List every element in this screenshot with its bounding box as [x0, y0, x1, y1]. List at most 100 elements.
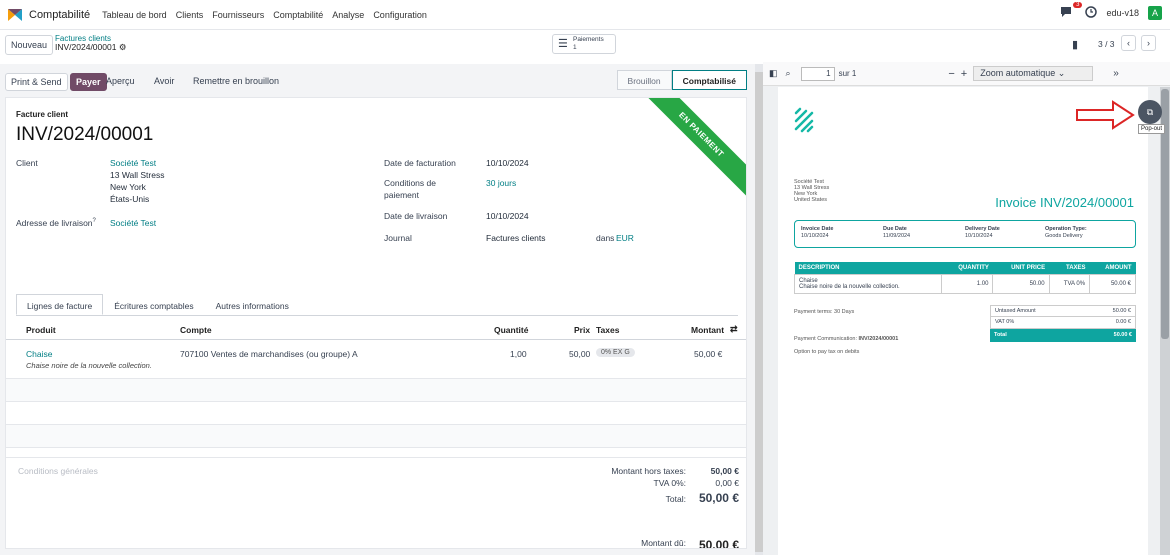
- pdf-delivery-date-label: Delivery Date: [965, 226, 1000, 232]
- delivery-address-field[interactable]: Société Test: [110, 218, 156, 228]
- avatar[interactable]: A: [1148, 6, 1162, 20]
- invoice-date-label: Date de facturation: [384, 158, 456, 168]
- pdf-scrollbar[interactable]: [1160, 87, 1170, 555]
- form-scrollbar[interactable]: [755, 64, 763, 555]
- chat-badge: 3: [1073, 2, 1083, 8]
- lines-table-header: Produit Compte Quantité Prix Taxes Monta…: [6, 320, 746, 340]
- empty-row[interactable]: [6, 425, 746, 448]
- invoice-date-field[interactable]: 10/10/2024: [486, 158, 529, 168]
- database-name[interactable]: edu-v18: [1106, 8, 1139, 18]
- col-account[interactable]: Compte: [180, 325, 212, 335]
- line-product[interactable]: Chaise: [26, 349, 52, 359]
- pdf-delivery-date: 10/10/2024: [965, 233, 993, 239]
- pdf-col-taxes: TAXES: [1049, 262, 1090, 275]
- client-field[interactable]: Société Test: [110, 158, 156, 168]
- new-button[interactable]: Nouveau: [5, 35, 54, 55]
- col-taxes[interactable]: Taxes: [596, 325, 619, 335]
- delivery-date-field[interactable]: 10/10/2024: [486, 211, 529, 221]
- payments-smart-button[interactable]: ☰ Paiements 1: [552, 34, 616, 54]
- company-logo-icon: [792, 105, 816, 137]
- status-posted[interactable]: Comptabilisé: [671, 70, 747, 90]
- app-name[interactable]: Comptabilité: [29, 9, 90, 21]
- status-draft[interactable]: Brouillon: [616, 70, 672, 90]
- journal-field[interactable]: Factures clients: [486, 233, 546, 243]
- breadcrumb-current: INV/2024/00001: [55, 42, 117, 52]
- pdf-due-date: 11/09/2024: [883, 233, 911, 239]
- invoice-sheet: EN PAIEMENT Facture client INV/2024/0000…: [5, 97, 747, 549]
- more-tools-icon[interactable]: »: [1113, 68, 1119, 79]
- payment-ribbon: EN PAIEMENT: [633, 98, 746, 203]
- pdf-total-value: 50.00 €: [1113, 332, 1132, 338]
- pdf-line-quantity: 1.00: [940, 274, 994, 294]
- pdf-payment-communication: Payment Communication: INV/2024/00001: [794, 336, 898, 342]
- menu-fournisseurs[interactable]: Fournisseurs: [212, 10, 264, 20]
- tab-other-info[interactable]: Autres informations: [205, 294, 300, 315]
- pdf-operation-type: Goods Delivery: [1045, 233, 1083, 239]
- menu-analyse[interactable]: Analyse: [332, 10, 364, 20]
- popout-icon[interactable]: ⧉: [1138, 100, 1162, 124]
- optional-columns-icon[interactable]: ⇄: [730, 324, 738, 335]
- currency-field[interactable]: EUR: [616, 233, 634, 243]
- print-send-button[interactable]: Print & Send: [5, 73, 68, 91]
- col-product[interactable]: Produit: [26, 325, 56, 335]
- app-logo-icon[interactable]: [6, 6, 24, 24]
- table-row[interactable]: Chaise Chaise noire de la nouvelle colle…: [6, 341, 746, 379]
- sidebar-toggle-icon[interactable]: ◧: [769, 68, 778, 79]
- gear-icon[interactable]: ⚙: [119, 42, 127, 52]
- pdf-invoice-title: Invoice INV/2024/00001: [995, 195, 1134, 210]
- col-amount[interactable]: Montant: [691, 325, 724, 335]
- payment-terms-label-2: paiement: [384, 190, 419, 200]
- search-icon[interactable]: ⌕: [786, 68, 791, 79]
- payments-count: 1: [573, 44, 577, 51]
- menu-configuration[interactable]: Configuration: [373, 10, 427, 20]
- line-description: Chaise noire de la nouvelle collection.: [26, 361, 152, 370]
- breadcrumb: Factures clients INV/2024/00001 ⚙: [55, 34, 126, 52]
- pdf-operation-type-label: Operation Type:: [1045, 226, 1087, 232]
- payment-terms-field[interactable]: 30 jours: [486, 178, 516, 188]
- top-navbar: Comptabilité Tableau de bord Clients Fou…: [0, 0, 1170, 30]
- col-price[interactable]: Prix: [574, 325, 590, 335]
- empty-row[interactable]: [6, 402, 746, 425]
- pdf-col-description: DESCRIPTION: [794, 262, 942, 275]
- bookmark-icon[interactable]: ▮: [1072, 38, 1078, 51]
- prev-record-icon[interactable]: ‹: [1121, 35, 1136, 51]
- zoom-in-icon[interactable]: +: [961, 68, 967, 80]
- line-account[interactable]: 707100 Ventes de marchandises (ou groupe…: [180, 349, 358, 359]
- menu-comptabilite[interactable]: Comptabilité: [273, 10, 323, 20]
- reset-to-draft-button[interactable]: Remettre en brouillon: [188, 73, 284, 89]
- pager-value: 3 / 3: [1098, 39, 1115, 49]
- in-label: dans: [596, 233, 615, 243]
- pdf-col-quantity: QUANTITY: [941, 262, 993, 275]
- chevron-down-icon: ⌄: [1057, 68, 1066, 78]
- chat-icon[interactable]: 3: [1060, 2, 1083, 20]
- col-quantity[interactable]: Quantité: [494, 325, 528, 335]
- red-arrow-annotation-icon: [1076, 100, 1135, 130]
- tab-invoice-lines[interactable]: Lignes de facture: [16, 294, 104, 315]
- pdf-untaxed-value: 50.00 €: [1112, 308, 1131, 314]
- zoom-out-icon[interactable]: −: [948, 68, 954, 80]
- menu-clients[interactable]: Clients: [176, 10, 204, 20]
- page-number-input[interactable]: 1: [800, 66, 835, 81]
- payment-terms-label-1: Conditions de: [384, 178, 436, 188]
- terms-conditions-field[interactable]: Conditions générales: [18, 466, 98, 476]
- line-quantity[interactable]: 1,00: [510, 349, 527, 359]
- pdf-invoice-date: 10/10/2024: [801, 233, 829, 239]
- credit-note-button[interactable]: Avoir: [149, 73, 179, 89]
- zoom-select[interactable]: Zoom automatique ⌄: [973, 66, 1094, 81]
- next-record-icon[interactable]: ›: [1141, 35, 1156, 51]
- line-tax-badge[interactable]: 0% EX G: [596, 348, 635, 357]
- empty-row[interactable]: [6, 379, 746, 402]
- tab-journal-items[interactable]: Écritures comptables: [103, 294, 204, 315]
- client-label: Client: [16, 158, 38, 168]
- action-bar: Print & Send Payer Aperçu Avoir Remettre…: [5, 70, 747, 94]
- clock-icon[interactable]: [1085, 6, 1098, 20]
- pdf-col-amount: AMOUNT: [1089, 262, 1136, 275]
- pdf-customer-country: United States: [794, 197, 828, 203]
- preview-button[interactable]: Aperçu: [101, 73, 140, 89]
- total-amount: 50,00 €: [698, 491, 739, 505]
- vat-amount: 0,00 €: [715, 478, 739, 488]
- form-scrollbar-thumb[interactable]: [755, 72, 763, 552]
- line-price[interactable]: 50,00: [569, 349, 590, 359]
- help-tooltip-icon[interactable]: ?: [93, 218, 96, 224]
- menu-tableau-de-bord[interactable]: Tableau de bord: [102, 10, 167, 20]
